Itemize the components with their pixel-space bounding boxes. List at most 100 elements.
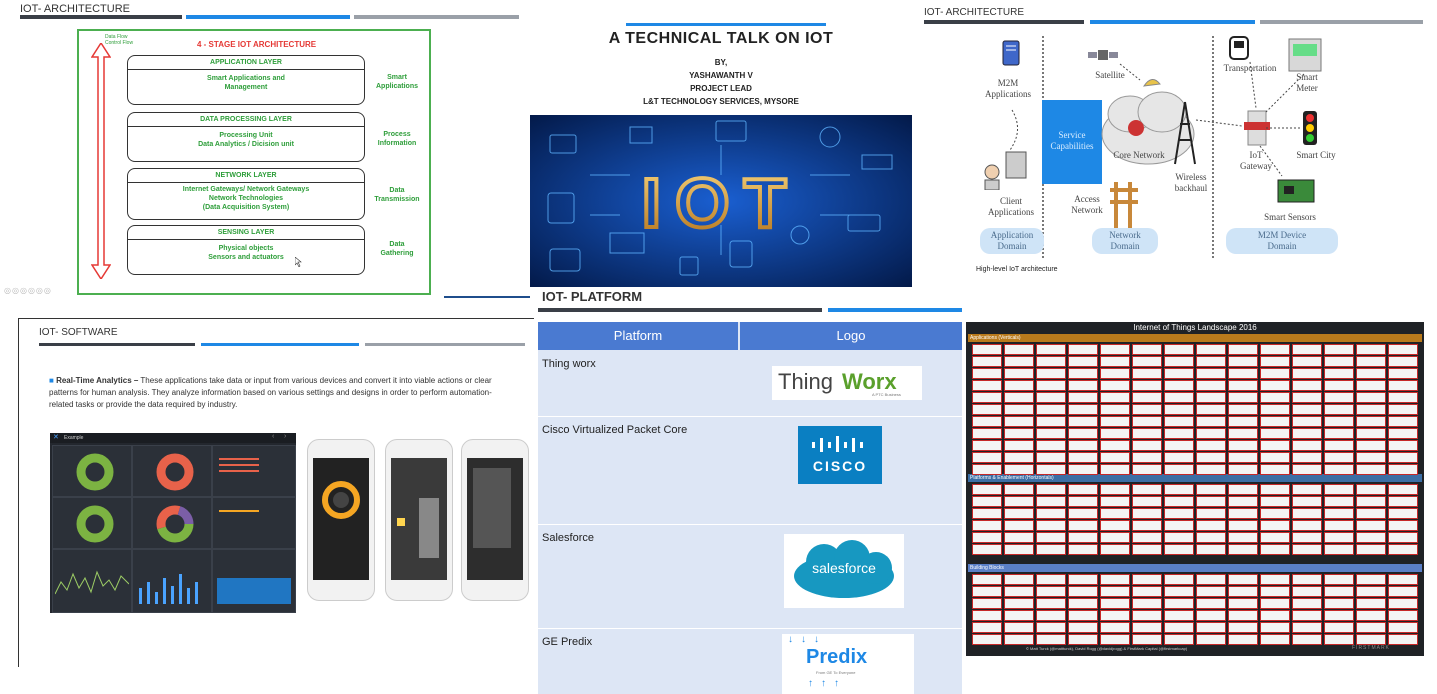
landscape-logo-box xyxy=(1292,404,1322,415)
landscape-logo-box xyxy=(1228,610,1258,621)
landscape-logo-box xyxy=(1164,574,1194,585)
side-label: Process Information xyxy=(377,131,417,147)
dashboard-header: ✕ Example ‹ › xyxy=(50,433,296,443)
landscape-logo-box xyxy=(1356,428,1386,439)
landscape-logo-box xyxy=(1196,428,1226,439)
table-row: Cisco Virtualized Packet Core CISCO xyxy=(538,418,962,518)
landscape-logo-box xyxy=(1164,356,1194,367)
landscape-logo-box xyxy=(1004,368,1034,379)
player-controls-icon[interactable]: ◎◎◎◎◎◎ xyxy=(4,286,52,295)
landscape-logo-box xyxy=(1068,544,1098,555)
layer-header: SENSING LAYER xyxy=(128,226,364,240)
line-chart-icon xyxy=(55,570,129,595)
section-header: Building Blocks xyxy=(968,564,1422,572)
landscape-logo-box xyxy=(1164,404,1194,415)
landscape-logo-box xyxy=(1260,404,1290,415)
landscape-logo-box xyxy=(1356,574,1386,585)
landscape-logo-box xyxy=(1164,428,1194,439)
landscape-logo-box xyxy=(1260,622,1290,633)
landscape-logo-box xyxy=(1228,368,1258,379)
panel-iot-landscape: Internet of Things Landscape 2016 Applic… xyxy=(966,322,1424,656)
landscape-logo-box xyxy=(1196,392,1226,403)
landscape-logo-box xyxy=(1292,440,1322,451)
talk-company: L&T TECHNOLOGY SERVICES, MYSORE xyxy=(643,97,799,106)
landscape-logo-box xyxy=(1324,496,1354,507)
landscape-logo-box xyxy=(1292,598,1322,609)
title-underline-gray xyxy=(354,15,519,19)
landscape-logo-box xyxy=(972,634,1002,645)
landscape-footer: © Matt Turck (@mattturck), David Rogg (@… xyxy=(1026,646,1188,651)
landscape-logo-box xyxy=(1292,484,1322,495)
landscape-logo-box xyxy=(1196,544,1226,555)
landscape-logo-box xyxy=(1292,428,1322,439)
landscape-logo-box xyxy=(1164,634,1194,645)
landscape-logo-box xyxy=(1292,368,1322,379)
landscape-logo-box xyxy=(1068,574,1098,585)
landscape-logo-box xyxy=(1164,440,1194,451)
landscape-logo-box xyxy=(1100,586,1130,597)
landscape-logo-box xyxy=(1324,440,1354,451)
landscape-logo-box xyxy=(1324,610,1354,621)
landscape-logo-box xyxy=(1132,484,1162,495)
landscape-logo-box xyxy=(1260,344,1290,355)
landscape-logo-box xyxy=(1164,416,1194,427)
landscape-logo-box xyxy=(1228,356,1258,367)
landscape-logo-box xyxy=(1196,622,1226,633)
landscape-logo-box xyxy=(972,392,1002,403)
landscape-logo-box xyxy=(1292,622,1322,633)
cisco-bars-icon xyxy=(812,436,863,452)
landscape-logo-box xyxy=(1260,440,1290,451)
landscape-logo-box xyxy=(972,368,1002,379)
landscape-logo-box xyxy=(1068,634,1098,645)
landscape-logo-box xyxy=(1004,416,1034,427)
landscape-logo-box xyxy=(1196,368,1226,379)
landscape-logo-box xyxy=(1356,610,1386,621)
architecture-frame: Data Flow Control Flow 4 - STAGE IOT ARC… xyxy=(77,29,431,295)
landscape-logo-box xyxy=(1100,634,1130,645)
landscape-logo-box xyxy=(1228,634,1258,645)
landscape-logo-box xyxy=(1132,610,1162,621)
side-label: Smart Applications xyxy=(375,74,418,90)
phone-screen xyxy=(467,458,523,580)
landscape-logo-box xyxy=(1036,428,1066,439)
landscape-logo-box xyxy=(972,416,1002,427)
prev-icon[interactable]: ‹ xyxy=(272,433,274,440)
landscape-logo-box xyxy=(1068,622,1098,633)
analytics-dashboard: ✕ Example ‹ › xyxy=(50,433,296,613)
landscape-logo-box xyxy=(1228,532,1258,543)
landscape-logo-box xyxy=(1356,440,1386,451)
arrows-up-icon: ↑↑↑ xyxy=(808,678,847,689)
landscape-logo-box xyxy=(1324,380,1354,391)
landscape-logo-box xyxy=(1388,622,1418,633)
landscape-logo-box xyxy=(1388,356,1418,367)
landscape-logo-box xyxy=(1004,598,1034,609)
landscape-logo-box xyxy=(972,574,1002,585)
stage-title: 4 - STAGE IOT ARCHITECTURE xyxy=(197,40,317,49)
landscape-logo-box xyxy=(1356,464,1386,475)
landscape-logo-box xyxy=(1068,496,1098,507)
landscape-logo-box xyxy=(1260,598,1290,609)
landscape-logo-box xyxy=(1004,532,1034,543)
landscape-logo-box xyxy=(1100,380,1130,391)
landscape-logo-box xyxy=(1356,544,1386,555)
landscape-logo-box xyxy=(1164,380,1194,391)
landscape-logo-box xyxy=(1260,496,1290,507)
slide-title: IOT- SOFTWARE xyxy=(39,327,118,338)
next-icon[interactable]: › xyxy=(284,433,286,440)
section-header: Platforms & Enablement (Horizontals) xyxy=(968,474,1422,482)
close-icon[interactable]: ✕ xyxy=(53,433,59,441)
landscape-logo-box xyxy=(1292,392,1322,403)
dashboard-tile xyxy=(52,445,132,497)
landscape-logo-box xyxy=(1260,610,1290,621)
landscape-logo-box xyxy=(1164,544,1194,555)
landscape-logo-box xyxy=(1292,634,1322,645)
landscape-logo-box xyxy=(1196,532,1226,543)
landscape-logo-box xyxy=(1036,404,1066,415)
landscape-logo-box xyxy=(1036,344,1066,355)
landscape-logo-box xyxy=(1068,508,1098,519)
landscape-logo-box xyxy=(1388,440,1418,451)
landscape-logo-box xyxy=(1004,634,1034,645)
landscape-logo-box xyxy=(1228,440,1258,451)
landscape-logo-box xyxy=(1164,586,1194,597)
landscape-logo-box xyxy=(1388,380,1418,391)
